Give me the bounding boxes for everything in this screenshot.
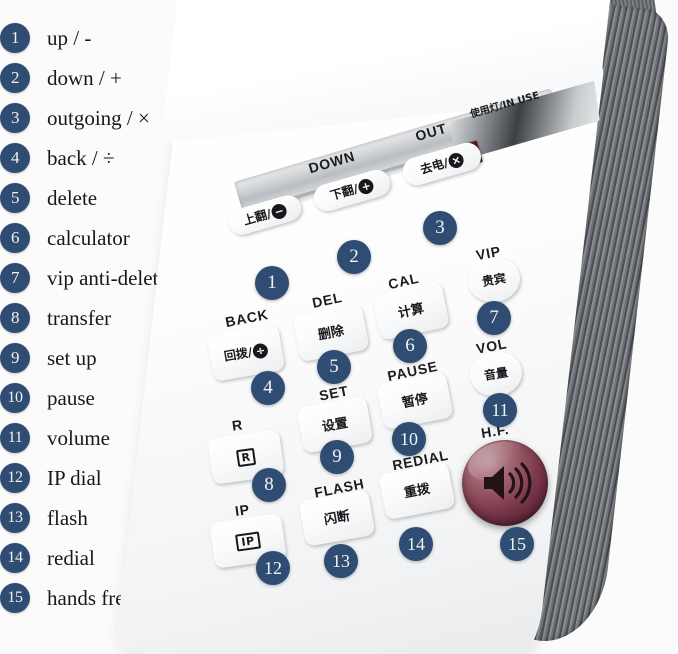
pin-9: 9 bbox=[320, 440, 354, 474]
key-volume-face: 音量 bbox=[483, 365, 509, 383]
key-delete-face: 删除 bbox=[316, 323, 346, 343]
legend-badge-12: 12 bbox=[0, 463, 30, 493]
legend-label-9: set up bbox=[47, 345, 97, 370]
multiply-icon: × bbox=[446, 150, 466, 170]
legend-label-1: up / - bbox=[47, 25, 92, 50]
pin-2: 2 bbox=[337, 240, 371, 274]
legend-badge-4: 4 bbox=[0, 143, 30, 173]
screenshot-canvas: 1 up / - 2 down / + 3 outgoing / × 4 bac… bbox=[0, 0, 678, 654]
key-vip-face: 贵宾 bbox=[480, 271, 508, 289]
legend-label-5: delete bbox=[47, 185, 98, 210]
minus-icon: − bbox=[269, 201, 289, 221]
legend-item-12: 12 IP dial bbox=[0, 458, 102, 498]
legend-item-1: 1 up / - bbox=[0, 18, 91, 58]
legend-badge-1: 1 bbox=[0, 23, 30, 53]
legend-item-8: 8 transfer bbox=[0, 298, 111, 338]
legend-item-6: 6 calculator bbox=[0, 218, 130, 258]
legend-badge-9: 9 bbox=[0, 343, 30, 373]
legend-badge-2: 2 bbox=[0, 63, 30, 93]
legend-badge-10: 10 bbox=[0, 383, 30, 413]
pin-8: 8 bbox=[252, 468, 286, 502]
legend-label-14: redial bbox=[47, 545, 95, 570]
legend-label-3: outgoing / × bbox=[47, 105, 150, 130]
legend-item-10: 10 pause bbox=[0, 378, 95, 418]
key-redial-face: 重拨 bbox=[402, 481, 432, 501]
legend-badge-8: 8 bbox=[0, 303, 30, 333]
legend-label-2: down / + bbox=[47, 65, 122, 90]
r-icon: R bbox=[235, 447, 257, 467]
legend-item-2: 2 down / + bbox=[0, 58, 122, 98]
pin-1: 1 bbox=[255, 266, 289, 300]
legend-badge-11: 11 bbox=[0, 423, 30, 453]
legend-item-9: 9 set up bbox=[0, 338, 97, 378]
plus-icon: + bbox=[356, 177, 376, 196]
legend-label-10: pause bbox=[47, 385, 95, 410]
legend-item-4: 4 back / ÷ bbox=[0, 138, 115, 178]
legend-badge-15: 15 bbox=[0, 583, 30, 613]
legend-badge-6: 6 bbox=[0, 223, 30, 253]
legend-label-7: vip anti-delete bbox=[47, 265, 168, 290]
telephone-device: 使用灯/IN USE DOWN OUT 上翻/− 下翻/+ 去电/× BACK … bbox=[114, 0, 678, 654]
caption-ip: IP bbox=[233, 501, 251, 519]
key-out-face: 去电/× bbox=[419, 150, 466, 178]
legend-item-3: 3 outgoing / × bbox=[0, 98, 150, 138]
pin-6: 6 bbox=[393, 329, 427, 363]
legend-badge-7: 7 bbox=[0, 263, 30, 293]
pin-10: 10 bbox=[392, 422, 426, 456]
pin-7: 7 bbox=[477, 301, 511, 335]
legend-item-11: 11 volume bbox=[0, 418, 110, 458]
pin-3: 3 bbox=[423, 211, 457, 245]
legend-item-5: 5 delete bbox=[0, 178, 97, 218]
legend-label-8: transfer bbox=[47, 305, 112, 330]
speaker-icon bbox=[462, 440, 548, 526]
pin-14: 14 bbox=[399, 527, 433, 561]
legend-item-15: 15 hands free bbox=[0, 578, 134, 618]
ip-icon: IP bbox=[235, 530, 261, 552]
pin-12: 12 bbox=[256, 551, 290, 585]
divide-icon: ÷ bbox=[251, 341, 270, 360]
caption-r: R bbox=[230, 416, 244, 434]
legend-label-13: flash bbox=[47, 505, 88, 530]
pin-4: 4 bbox=[251, 371, 285, 405]
legend-badge-5: 5 bbox=[0, 183, 30, 213]
key-hands-free[interactable] bbox=[462, 440, 548, 526]
legend-item-13: 13 flash bbox=[0, 498, 88, 538]
legend-badge-3: 3 bbox=[0, 103, 30, 133]
legend-label-11: volume bbox=[47, 425, 110, 450]
key-down-face: 下翻/+ bbox=[329, 177, 376, 204]
pin-11: 11 bbox=[483, 393, 517, 427]
legend-label-6: calculator bbox=[47, 225, 130, 250]
legend-badge-13: 13 bbox=[0, 503, 30, 533]
key-flash-face: 闪断 bbox=[322, 508, 352, 528]
legend-label-4: back / ÷ bbox=[47, 145, 115, 170]
key-back-face: 回拨/÷ bbox=[223, 341, 270, 364]
pin-15: 15 bbox=[500, 527, 534, 561]
legend-item-14: 14 redial bbox=[0, 538, 95, 578]
legend-item-7: 7 vip anti-delete bbox=[0, 258, 168, 298]
legend-label-12: IP dial bbox=[47, 465, 102, 490]
pin-5: 5 bbox=[317, 350, 351, 384]
legend-badge-14: 14 bbox=[0, 543, 30, 573]
pin-13: 13 bbox=[324, 544, 358, 578]
key-setup-face: 设置 bbox=[320, 415, 350, 435]
key-calculator-face: 计算 bbox=[396, 300, 426, 322]
key-pause-face: 暂停 bbox=[400, 391, 430, 411]
